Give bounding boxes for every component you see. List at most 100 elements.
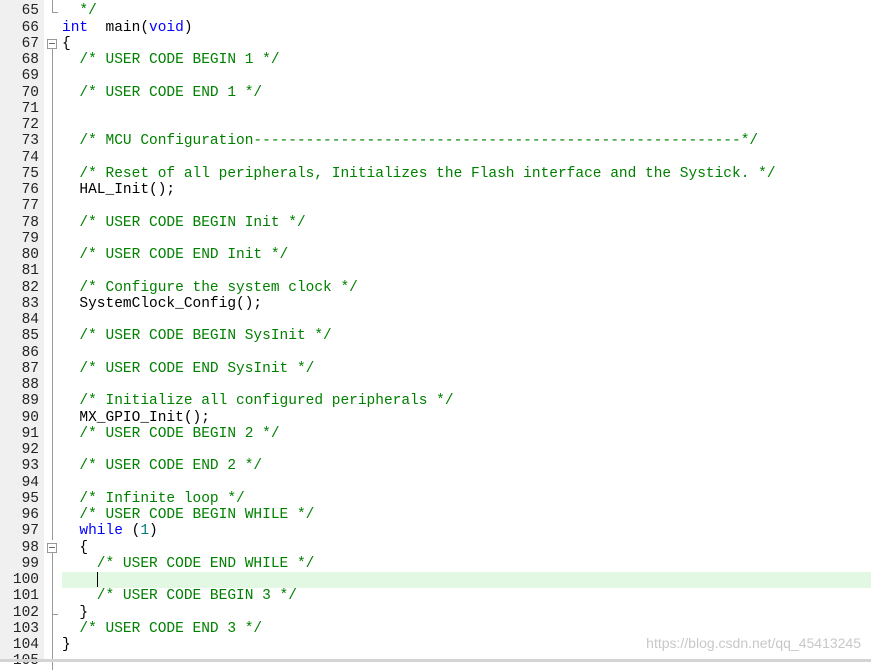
code-line[interactable]: 91 /* USER CODE BEGIN 2 */: [0, 425, 871, 442]
comment: /* USER CODE BEGIN WHILE */: [62, 507, 315, 523]
code-text[interactable]: [62, 345, 871, 361]
code-text[interactable]: /* Configure the system clock */: [62, 280, 871, 296]
code-text[interactable]: /* USER CODE END Init */: [62, 247, 871, 263]
code-text[interactable]: [62, 442, 871, 458]
code-line[interactable]: 99 /* USER CODE END WHILE */: [0, 555, 871, 572]
code-line[interactable]: 88: [0, 377, 871, 394]
code-line[interactable]: 95 /* Infinite loop */: [0, 490, 871, 507]
code-text[interactable]: /* USER CODE END 2 */: [62, 458, 871, 474]
fold-line: [52, 409, 53, 426]
code-text[interactable]: /* USER CODE END 1 */: [62, 85, 871, 101]
comment: /* Initialize all configured peripherals…: [62, 393, 454, 410]
code-text[interactable]: /* USER CODE BEGIN 1 */: [62, 52, 871, 68]
fold-line: [52, 555, 53, 572]
fold-line: [46, 344, 58, 361]
line-number: 89: [21, 393, 39, 410]
code-text[interactable]: */: [62, 3, 871, 19]
code-line[interactable]: 96 /* USER CODE BEGIN WHILE */: [0, 507, 871, 524]
code-text[interactable]: /* USER CODE END SysInit */: [62, 361, 871, 377]
code-text[interactable]: [62, 572, 871, 589]
fold-line: [46, 279, 58, 296]
code-line[interactable]: 76 HAL_Init();: [0, 182, 871, 199]
code-line[interactable]: 84: [0, 312, 871, 329]
code-line[interactable]: 97 while (1): [0, 523, 871, 540]
code-line[interactable]: 77: [0, 198, 871, 215]
code-text[interactable]: [62, 101, 871, 117]
code-text[interactable]: /* USER CODE BEGIN Init */: [62, 215, 871, 231]
code-text[interactable]: /* USER CODE END WHILE */: [62, 556, 871, 572]
code-text[interactable]: {: [62, 540, 871, 556]
code-text[interactable]: MX_GPIO_Init();: [62, 410, 871, 426]
line-number: 81: [21, 263, 39, 280]
code-text[interactable]: [62, 231, 871, 247]
code-line[interactable]: 71: [0, 100, 871, 117]
code-text[interactable]: /* MCU Configuration--------------------…: [62, 133, 871, 149]
code-line[interactable]: 93 /* USER CODE END 2 */: [0, 458, 871, 475]
code-text[interactable]: [62, 263, 871, 279]
code-line[interactable]: 65 */: [0, 3, 871, 19]
code-line[interactable]: 102 }: [0, 604, 871, 621]
code-text[interactable]: [62, 377, 871, 393]
code-text[interactable]: while (1): [62, 523, 871, 539]
fold-line: [46, 555, 58, 572]
code-line[interactable]: 82 /* Configure the system clock */: [0, 279, 871, 296]
code-line[interactable]: 90 MX_GPIO_Init();: [0, 409, 871, 426]
code-line[interactable]: 79: [0, 230, 871, 247]
code-line[interactable]: 98 {: [0, 540, 871, 557]
fold-collapse-icon[interactable]: [46, 540, 58, 557]
code-line[interactable]: 74: [0, 149, 871, 166]
code-line[interactable]: 72: [0, 117, 871, 134]
code-text[interactable]: }: [62, 605, 871, 621]
code-line[interactable]: 85 /* USER CODE BEGIN SysInit */: [0, 328, 871, 345]
code-text[interactable]: SystemClock_Config();: [62, 296, 871, 312]
code-token: SystemClock_Config();: [62, 295, 263, 312]
code-line[interactable]: 67 {: [0, 36, 871, 53]
code-line[interactable]: 101 /* USER CODE BEGIN 3 */: [0, 588, 871, 605]
code-editor[interactable]: 64 * @retval int65 */66int main(void)67{…: [0, 0, 871, 670]
fold-collapse-icon[interactable]: [46, 36, 58, 53]
code-text[interactable]: /* Reset of all peripherals, Initializes…: [62, 166, 871, 182]
fold-end-marker: [46, 604, 58, 621]
code-line[interactable]: 89 /* Initialize all configured peripher…: [0, 393, 871, 410]
minus-box-icon[interactable]: [47, 542, 57, 553]
code-text[interactable]: [62, 198, 871, 214]
code-line[interactable]: 70 /* USER CODE END 1 */: [0, 84, 871, 101]
code-line[interactable]: 73 /* MCU Configuration-----------------…: [0, 133, 871, 150]
code-text[interactable]: /* USER CODE BEGIN 3 */: [62, 588, 871, 604]
code-text[interactable]: [62, 68, 871, 84]
code-text[interactable]: /* USER CODE BEGIN SysInit */: [62, 328, 871, 344]
code-text[interactable]: {: [62, 36, 871, 52]
code-text[interactable]: [62, 117, 871, 133]
code-text[interactable]: /* Infinite loop */: [62, 491, 871, 507]
code-token: {: [62, 35, 71, 52]
fold-line: [46, 295, 58, 312]
code-line[interactable]: 80 /* USER CODE END Init */: [0, 247, 871, 264]
code-line[interactable]: 87 /* USER CODE END SysInit */: [0, 360, 871, 377]
code-line[interactable]: 86: [0, 344, 871, 361]
code-text[interactable]: int main(void): [62, 20, 871, 36]
code-text[interactable]: /* USER CODE BEGIN 2 */: [62, 426, 871, 442]
code-line[interactable]: 68 /* USER CODE BEGIN 1 */: [0, 52, 871, 69]
comment: */: [62, 3, 97, 20]
line-number: 85: [21, 328, 39, 345]
code-line[interactable]: 66 int main(void): [0, 20, 871, 36]
fold-line: [46, 312, 58, 329]
code-text[interactable]: [62, 312, 871, 328]
code-line[interactable]: 81: [0, 263, 871, 280]
code-line[interactable]: 100: [0, 572, 871, 589]
code-text[interactable]: HAL_Init();: [62, 182, 871, 198]
code-line[interactable]: 75 /* Reset of all peripherals, Initiali…: [0, 165, 871, 182]
code-line[interactable]: 92: [0, 442, 871, 459]
code-line[interactable]: 83 SystemClock_Config();: [0, 295, 871, 312]
fold-line: [52, 523, 53, 540]
fold-line: [52, 393, 53, 410]
fold-line: [52, 68, 53, 85]
code-line[interactable]: 69: [0, 68, 871, 85]
code-text[interactable]: [62, 475, 871, 491]
code-text[interactable]: /* USER CODE BEGIN WHILE */: [62, 507, 871, 523]
code-line[interactable]: 78 /* USER CODE BEGIN Init */: [0, 214, 871, 231]
minus-box-icon[interactable]: [47, 38, 57, 49]
code-line[interactable]: 94: [0, 474, 871, 491]
code-text[interactable]: [62, 150, 871, 166]
code-text[interactable]: /* Initialize all configured peripherals…: [62, 393, 871, 409]
